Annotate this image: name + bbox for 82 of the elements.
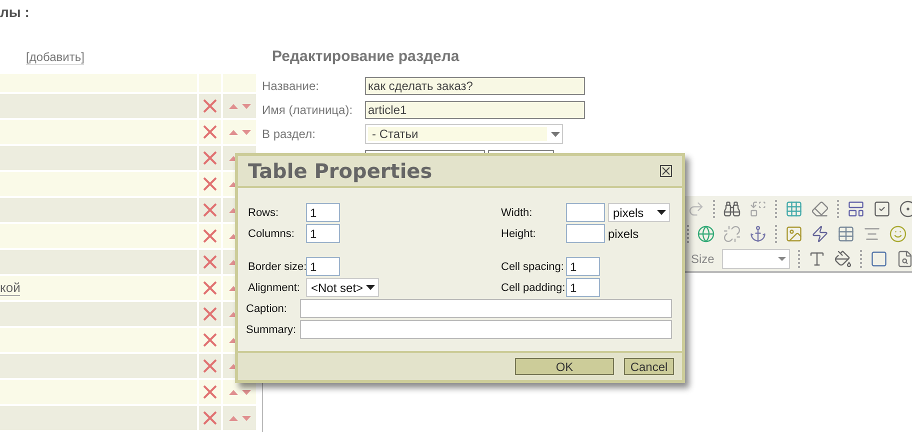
input-field[interactable]: [300, 320, 672, 339]
table-icon[interactable]: [837, 224, 855, 242]
input-field[interactable]: article1: [365, 101, 585, 119]
move-up-icon[interactable]: [228, 130, 238, 134]
input-field[interactable]: [566, 203, 605, 222]
replace-icon[interactable]: [749, 200, 767, 218]
section-select[interactable]: - Статьи: [365, 124, 563, 144]
field-label: Cell padding:: [501, 282, 566, 294]
field-label: Alignment:: [248, 282, 301, 294]
field-label: В раздел:: [262, 127, 316, 141]
move-down-icon[interactable]: [242, 390, 250, 394]
frame-icon[interactable]: [870, 250, 888, 268]
flash-icon[interactable]: [811, 224, 829, 242]
move-up-icon[interactable]: [228, 416, 238, 420]
globe-icon[interactable]: [697, 224, 715, 242]
radio-icon[interactable]: [899, 200, 912, 218]
field-label: Width:: [501, 206, 534, 218]
delete-icon[interactable]: [203, 255, 217, 269]
delete-icon[interactable]: [203, 151, 217, 165]
eraser-icon[interactable]: [811, 200, 829, 218]
preview-icon[interactable]: [896, 250, 912, 268]
delete-icon[interactable]: [203, 177, 217, 191]
unlink-icon[interactable]: [723, 224, 741, 242]
field-label: Summary:: [246, 324, 298, 336]
caret-icon: [657, 210, 666, 215]
field-label: Rows:: [248, 206, 280, 218]
image-icon[interactable]: [785, 224, 803, 242]
ok-button[interactable]: OK: [515, 358, 614, 375]
redo-icon[interactable]: [687, 200, 705, 218]
size-label: Size: [691, 250, 714, 266]
field-label: Название:: [262, 79, 320, 93]
delete-icon[interactable]: [203, 411, 217, 425]
move-down-icon[interactable]: [242, 104, 250, 108]
delete-icon[interactable]: [203, 229, 217, 243]
field-label: Caption:: [246, 302, 288, 314]
size-select[interactable]: [722, 248, 790, 268]
grid-icon[interactable]: [785, 200, 803, 218]
field-label: Имя (латиница):: [262, 103, 354, 117]
item-link[interactable]: кой: [0, 280, 20, 296]
add-link[interactable]: [добавить]: [26, 50, 84, 65]
delete-icon[interactable]: [203, 125, 217, 139]
delete-icon[interactable]: [203, 333, 217, 347]
input-field[interactable]: 1: [566, 278, 600, 297]
input-field[interactable]: [566, 224, 605, 243]
input-field[interactable]: 1: [306, 224, 340, 243]
input-field[interactable]: 1: [306, 257, 340, 276]
close-icon[interactable]: [660, 165, 672, 177]
anchor-icon[interactable]: [749, 224, 767, 242]
delete-icon[interactable]: [203, 203, 217, 217]
find-icon[interactable]: [723, 200, 741, 218]
field-label: Columns:: [248, 228, 296, 240]
delete-icon[interactable]: [203, 385, 217, 399]
section-heading: Редактирование раздела: [271, 48, 460, 67]
text-color-icon[interactable]: [808, 250, 826, 268]
dialog-title: Table Properties: [248, 159, 432, 183]
input-field[interactable]: 1: [306, 203, 340, 222]
input-field[interactable]: 1: [566, 257, 600, 276]
field-label: Border size:: [248, 260, 306, 272]
field-label: Cell spacing:: [501, 260, 565, 272]
caret-icon: [778, 256, 786, 260]
checkbox-icon[interactable]: [873, 200, 891, 218]
unit-select[interactable]: pixels: [608, 203, 670, 222]
move-down-icon[interactable]: [242, 130, 250, 134]
input-field[interactable]: [300, 299, 672, 318]
delete-icon[interactable]: [203, 359, 217, 373]
input-field[interactable]: как сделать заказ?: [365, 77, 585, 95]
smiley-icon[interactable]: [889, 224, 907, 242]
alignment-select[interactable]: <Not set>: [306, 278, 379, 297]
delete-icon[interactable]: [203, 99, 217, 113]
caret-icon: [366, 285, 375, 290]
background-color-icon[interactable]: [834, 250, 852, 268]
page-title: лы :: [0, 3, 30, 22]
move-up-icon[interactable]: [228, 104, 238, 108]
caret-icon: [551, 132, 560, 136]
delete-icon[interactable]: [203, 281, 217, 295]
delete-icon[interactable]: [203, 307, 217, 321]
cancel-button[interactable]: Cancel: [624, 358, 674, 375]
template-icon[interactable]: [847, 200, 865, 218]
move-down-icon[interactable]: [242, 416, 250, 420]
move-up-icon[interactable]: [228, 390, 238, 394]
unit-label: pixels: [608, 226, 639, 240]
field-label: Height:: [501, 228, 537, 240]
